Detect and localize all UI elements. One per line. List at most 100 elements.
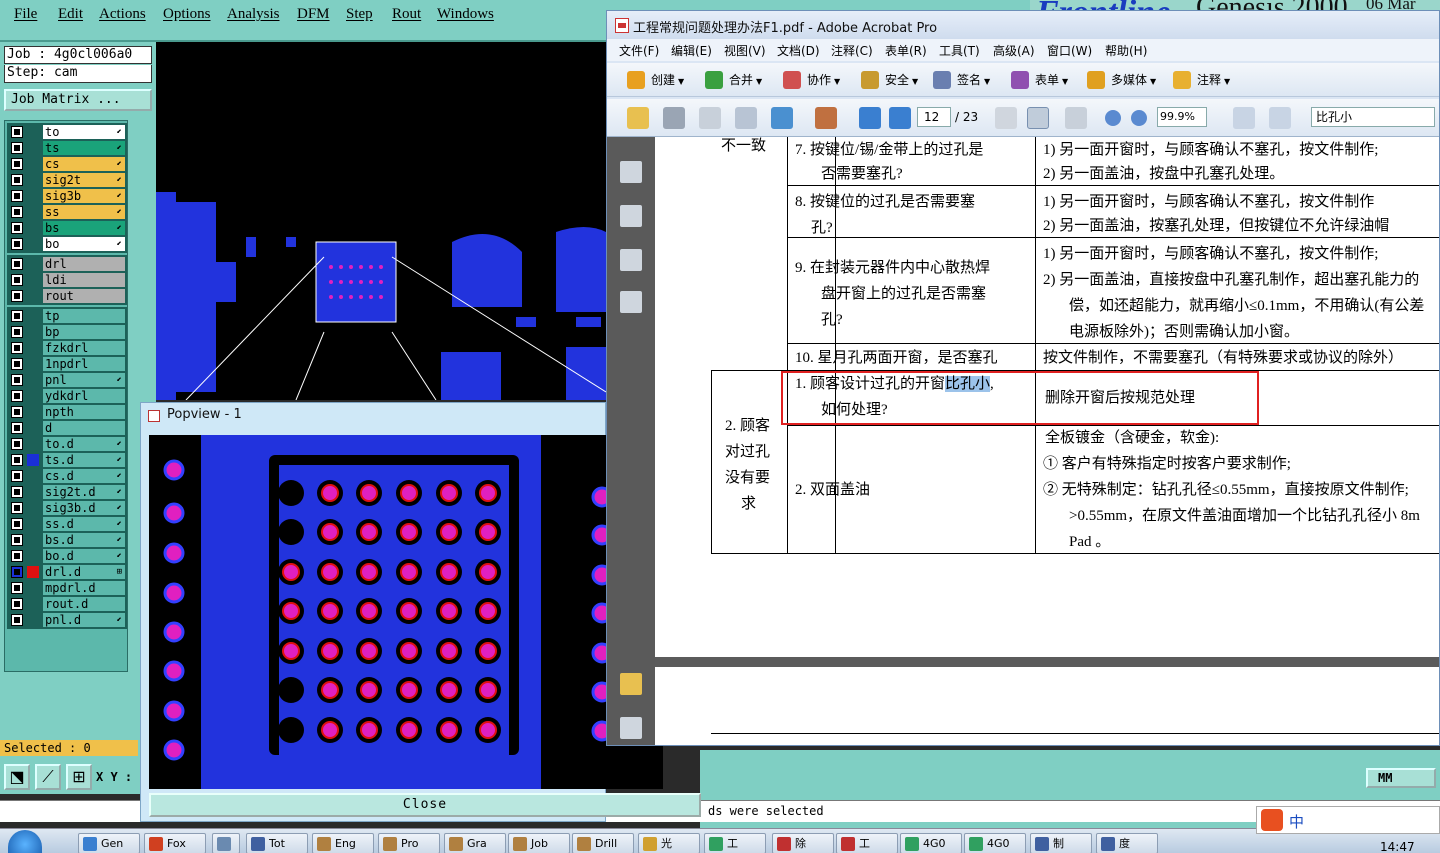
layer-display-swatch[interactable] bbox=[27, 326, 39, 338]
layer-checkbox[interactable] bbox=[11, 142, 23, 154]
layer-row[interactable]: bo ⬋ bbox=[7, 236, 127, 252]
previous-page-icon[interactable] bbox=[859, 107, 881, 129]
layer-checkbox[interactable] bbox=[11, 534, 23, 546]
layer-checkbox[interactable] bbox=[11, 174, 23, 186]
layer-display-swatch[interactable] bbox=[27, 142, 39, 154]
layers-icon[interactable] bbox=[620, 249, 642, 271]
layer-checkbox[interactable] bbox=[11, 454, 23, 466]
layer-row[interactable]: sig3b.d ⬋ bbox=[7, 500, 127, 516]
layer-row[interactable]: pnl.d ⬋ bbox=[7, 612, 127, 628]
fit-width-icon[interactable] bbox=[1233, 107, 1255, 129]
layer-row[interactable]: ldi bbox=[7, 272, 127, 288]
layer-row[interactable]: fzkdrl bbox=[7, 340, 127, 356]
menu-actions[interactable]: Actions bbox=[99, 6, 146, 23]
layer-checkbox[interactable] bbox=[11, 310, 23, 322]
layer-row[interactable]: ts.d ⬋ bbox=[7, 452, 127, 468]
layer-checkbox[interactable] bbox=[11, 326, 23, 338]
layer-name[interactable]: cs.d ⬋ bbox=[43, 469, 125, 483]
web-icon[interactable] bbox=[771, 107, 793, 129]
layer-display-swatch[interactable] bbox=[27, 422, 39, 434]
units-select[interactable]: MM bbox=[1366, 768, 1436, 788]
layer-name[interactable]: pnl.d ⬋ bbox=[43, 613, 125, 627]
layer-name[interactable]: rout.d bbox=[43, 597, 125, 611]
print-icon[interactable] bbox=[663, 107, 685, 129]
layer-display-swatch[interactable] bbox=[27, 310, 39, 322]
taskbar-button[interactable]: Tot bbox=[246, 833, 308, 853]
layer-name[interactable]: ldi bbox=[43, 273, 125, 287]
layer-display-swatch[interactable] bbox=[27, 614, 39, 626]
layer-row[interactable]: rout bbox=[7, 288, 127, 304]
layer-display-swatch[interactable] bbox=[27, 454, 39, 466]
layer-display-swatch[interactable] bbox=[27, 486, 39, 498]
layer-display-swatch[interactable] bbox=[27, 222, 39, 234]
layer-name[interactable]: ydkdrl bbox=[43, 389, 125, 403]
menu-edit[interactable]: Edit bbox=[58, 6, 83, 23]
next-page-icon[interactable] bbox=[889, 107, 911, 129]
taskbar-button[interactable]: Drill bbox=[572, 833, 634, 853]
layer-checkbox[interactable] bbox=[11, 598, 23, 610]
layer-checkbox[interactable] bbox=[11, 358, 23, 370]
layer-checkbox[interactable] bbox=[11, 206, 23, 218]
menu-step[interactable]: Step bbox=[346, 6, 373, 23]
layer-name[interactable]: d bbox=[43, 421, 125, 435]
layer-display-swatch[interactable] bbox=[27, 598, 39, 610]
layer-checkbox[interactable] bbox=[11, 582, 23, 594]
task-sign-button[interactable]: 签名 ▼ bbox=[933, 69, 990, 91]
layer-row[interactable]: d bbox=[7, 420, 127, 436]
menu-analysis[interactable]: Analysis bbox=[227, 6, 280, 23]
zoom-tool-button[interactable]: ⬔ bbox=[4, 764, 30, 790]
layer-name[interactable]: mpdrl.d bbox=[43, 581, 125, 595]
layer-row[interactable]: bs.d ⬋ bbox=[7, 532, 127, 548]
layer-row[interactable]: cs.d ⬋ bbox=[7, 468, 127, 484]
layer-row[interactable]: sig3b ⬋ bbox=[7, 188, 127, 204]
layer-display-swatch[interactable] bbox=[27, 406, 39, 418]
layer-name[interactable]: ts ⬋ bbox=[43, 141, 125, 155]
layer-display-swatch[interactable] bbox=[27, 374, 39, 386]
layer-checkbox[interactable] bbox=[11, 342, 23, 354]
layer-row[interactable]: drl bbox=[7, 256, 127, 272]
layer-checkbox[interactable] bbox=[11, 126, 23, 138]
layer-row[interactable]: sig2t ⬋ bbox=[7, 172, 127, 188]
taskbar-button[interactable]: 工 bbox=[704, 833, 766, 853]
menu-rout[interactable]: Rout bbox=[392, 6, 421, 23]
layer-display-swatch[interactable] bbox=[27, 582, 39, 594]
layer-name[interactable]: rout bbox=[43, 289, 125, 303]
layer-display-swatch[interactable] bbox=[27, 390, 39, 402]
layer-name[interactable]: ss.d ⬋ bbox=[43, 517, 125, 531]
layer-checkbox[interactable] bbox=[11, 406, 23, 418]
layer-display-swatch[interactable] bbox=[27, 258, 39, 270]
taskbar-button[interactable]: 除 bbox=[772, 833, 834, 853]
layer-checkbox[interactable] bbox=[11, 158, 23, 170]
find-input[interactable]: 比孔小 bbox=[1311, 107, 1435, 127]
layer-checkbox[interactable] bbox=[11, 566, 23, 578]
layer-checkbox[interactable] bbox=[11, 374, 23, 386]
layer-display-swatch[interactable] bbox=[27, 358, 39, 370]
layer-checkbox[interactable] bbox=[11, 486, 23, 498]
layer-name[interactable]: cs ⬋ bbox=[43, 157, 125, 171]
layer-name[interactable]: sig3b ⬋ bbox=[43, 189, 125, 203]
layer-display-swatch[interactable] bbox=[27, 502, 39, 514]
layer-row[interactable]: to.d ⬋ bbox=[7, 436, 127, 452]
attachments-icon[interactable] bbox=[620, 717, 642, 739]
acro-menu-file[interactable]: 文件(F) bbox=[619, 42, 659, 59]
layer-row[interactable]: sig2t.d ⬋ bbox=[7, 484, 127, 500]
layer-display-swatch[interactable] bbox=[27, 206, 39, 218]
layer-checkbox[interactable] bbox=[11, 390, 23, 402]
layer-checkbox[interactable] bbox=[11, 422, 23, 434]
layer-name[interactable]: npth bbox=[43, 405, 125, 419]
zoom-level-select[interactable]: 99.9% bbox=[1157, 107, 1207, 127]
email-icon[interactable] bbox=[735, 107, 757, 129]
zoom-out-icon[interactable] bbox=[1105, 110, 1121, 126]
bookmarks-icon[interactable] bbox=[620, 205, 642, 227]
signatures-icon[interactable] bbox=[620, 291, 642, 313]
layer-name[interactable]: bo ⬋ bbox=[43, 237, 125, 251]
save-icon[interactable] bbox=[699, 107, 721, 129]
layer-name[interactable]: drl.d ⊞ bbox=[43, 565, 125, 579]
layer-checkbox[interactable] bbox=[11, 550, 23, 562]
taskbar-button[interactable]: 度 bbox=[1096, 833, 1158, 853]
task-collaborate-button[interactable]: 协作 ▼ bbox=[783, 69, 840, 91]
acro-menu-help[interactable]: 帮助(H) bbox=[1105, 42, 1147, 59]
acro-menu-comments[interactable]: 注释(C) bbox=[831, 42, 873, 59]
layer-display-swatch[interactable] bbox=[27, 534, 39, 546]
comments-icon[interactable] bbox=[620, 673, 642, 695]
